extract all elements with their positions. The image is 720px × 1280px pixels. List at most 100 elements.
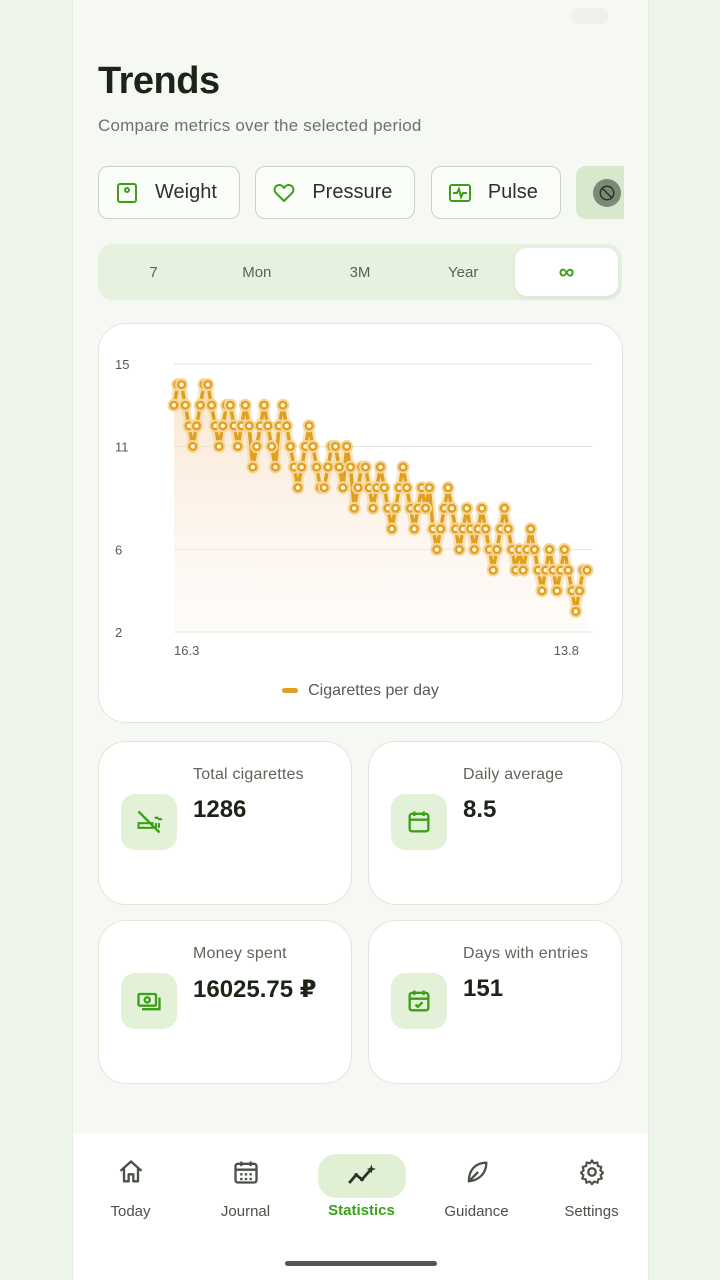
data-point-center: [577, 588, 582, 593]
home-indicator: [285, 1261, 437, 1266]
metric-chips: Weight Pressure Pulse Sm: [98, 166, 624, 220]
legend-label: Cigarettes per day: [308, 682, 439, 699]
data-point-center: [363, 464, 368, 470]
data-point-center: [310, 444, 316, 449]
data-point-center: [205, 382, 210, 387]
stat-value: 151: [463, 975, 504, 1002]
data-point-center: [393, 506, 398, 511]
data-point-center: [250, 464, 256, 470]
calendar-check-icon: [391, 973, 447, 1029]
data-point-center: [449, 506, 455, 511]
status-bar: [73, 0, 648, 34]
stat-value: 8.5: [463, 796, 497, 823]
data-point-center: [273, 464, 278, 470]
data-point-center: [228, 403, 233, 408]
data-point-center: [505, 526, 511, 532]
data-point-center: [438, 526, 443, 532]
data-point-center: [490, 567, 496, 573]
period-3m[interactable]: 3M: [308, 248, 411, 296]
period-all[interactable]: ∞: [514, 248, 619, 296]
data-point-center: [306, 423, 312, 429]
chip-label: Pulse: [487, 181, 538, 203]
data-point-center: [171, 403, 177, 408]
nav-journal[interactable]: Journal: [188, 1133, 303, 1220]
trend-chart: 15 11 6 2 16.3 13.8: [115, 357, 594, 658]
nav-guidance[interactable]: Guidance: [419, 1133, 534, 1220]
nav-statistics[interactable]: Statistics: [304, 1133, 419, 1219]
stat-label: Days with entries: [463, 945, 589, 962]
data-point-center: [382, 485, 387, 490]
data-point-center: [246, 423, 252, 429]
app-screen: Trends Compare metrics over the selected…: [72, 0, 649, 1280]
data-point-center: [220, 423, 226, 429]
calendar-grid-icon: [202, 1155, 290, 1189]
data-point-center: [573, 609, 578, 614]
x-tick-label: 13.8: [554, 643, 579, 658]
data-point-center: [284, 423, 289, 429]
data-point-center: [288, 444, 293, 449]
data-point-center: [427, 485, 432, 490]
nav-today[interactable]: Today: [73, 1133, 188, 1220]
data-point-center: [352, 506, 357, 511]
data-point-center: [190, 444, 195, 449]
data-point-center: [333, 444, 338, 449]
period-7[interactable]: 7: [102, 248, 205, 296]
chip-label: Weight: [155, 181, 217, 203]
data-point-center: [389, 526, 394, 532]
chip-pulse[interactable]: Pulse: [430, 166, 561, 219]
scale-icon: [115, 181, 139, 205]
stat-days-with-entries: Days with entries 151: [368, 920, 622, 1084]
data-point-center: [325, 464, 331, 470]
period-year[interactable]: Year: [412, 248, 515, 296]
data-point-center: [479, 506, 485, 511]
data-point-center: [179, 382, 184, 387]
stat-daily-average: Daily average 8.5: [368, 741, 622, 905]
data-point-center: [314, 464, 319, 470]
data-point-center: [434, 547, 440, 552]
home-icon: [87, 1155, 175, 1189]
data-point-center: [355, 485, 361, 490]
data-point-center: [321, 485, 327, 490]
heart-icon: [272, 181, 296, 205]
data-point-center: [348, 464, 353, 470]
trend-sparkle-icon: [317, 1154, 406, 1198]
data-point-center: [243, 403, 248, 408]
data-point-center: [299, 464, 304, 470]
y-tick-label: 15: [115, 357, 129, 372]
trend-chart-card: 15 11 6 2 16.3 13.8 Cigarettes per day: [98, 323, 623, 723]
data-point-center: [547, 547, 552, 552]
chip-label: Pressure: [312, 181, 393, 203]
data-point-center: [404, 485, 409, 490]
stat-value: 1286: [193, 796, 247, 823]
data-point-center: [520, 567, 526, 573]
nav-label: Guidance: [444, 1203, 509, 1220]
data-point-center: [445, 485, 451, 490]
data-point-center: [254, 444, 259, 449]
y-tick-label: 11: [115, 439, 129, 454]
stat-label: Daily average: [463, 766, 564, 783]
data-point-center: [554, 588, 560, 593]
data-point-center: [183, 403, 188, 408]
chip-smoking[interactable]: Sm: [576, 166, 624, 219]
data-point-center: [269, 444, 274, 449]
y-tick-label: 6: [115, 543, 122, 558]
data-point-center: [532, 547, 537, 552]
data-point-center: [539, 588, 545, 593]
y-tick-label: 2: [115, 625, 122, 640]
chip-weight[interactable]: Weight: [98, 166, 240, 219]
data-point-center: [280, 403, 286, 408]
data-point-center: [472, 547, 477, 552]
chip-pressure[interactable]: Pressure: [255, 166, 416, 219]
data-point-center: [194, 423, 199, 429]
nav-settings[interactable]: Settings: [534, 1133, 648, 1220]
data-point-center: [216, 444, 222, 449]
data-point-center: [400, 464, 406, 470]
data-point-center: [235, 444, 241, 449]
pulse-icon: [448, 181, 472, 205]
stat-money-spent: Money spent 16025.75 ₽: [98, 920, 352, 1084]
period-month[interactable]: Mon: [205, 248, 308, 296]
cash-icon: [121, 973, 177, 1029]
data-point-center: [457, 547, 462, 552]
data-point-center: [562, 547, 567, 552]
data-point-center: [261, 403, 267, 408]
